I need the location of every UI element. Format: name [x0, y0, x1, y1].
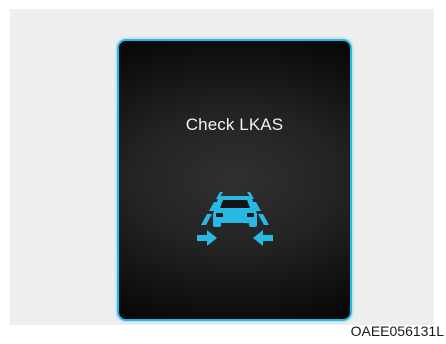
cluster-display: Check LKAS: [117, 39, 352, 321]
warning-message: Check LKAS: [185, 115, 284, 134]
figure-code-label: OAEE056131L: [350, 323, 444, 339]
lkas-warning-icon: [197, 192, 273, 246]
